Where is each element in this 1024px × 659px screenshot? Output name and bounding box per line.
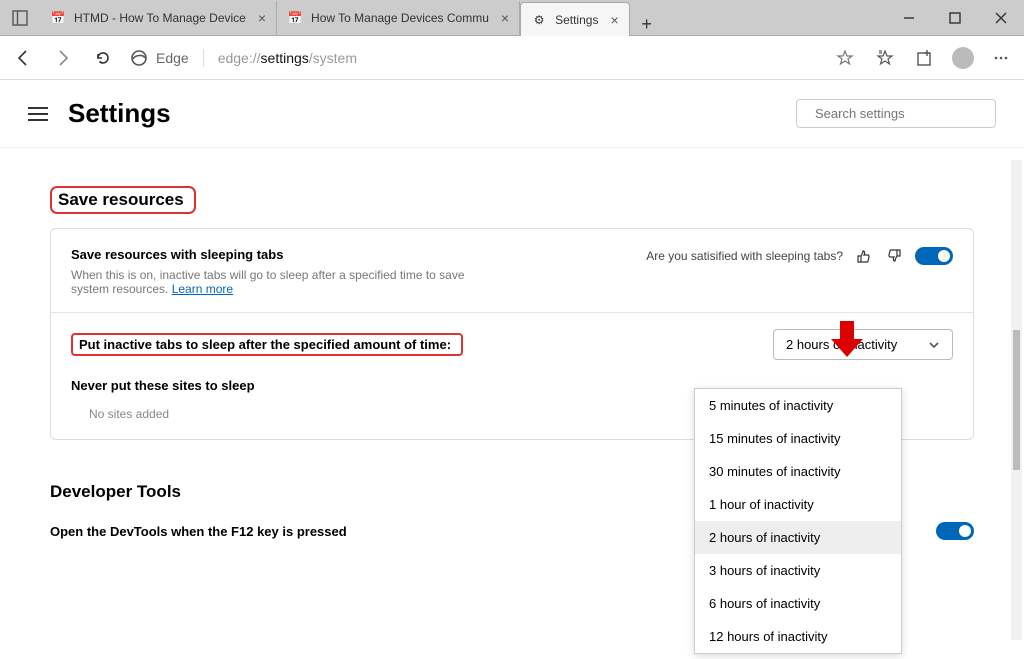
- learn-more-link[interactable]: Learn more: [172, 282, 233, 296]
- window-controls: [886, 0, 1024, 35]
- scrollbar-thumb[interactable]: [1013, 330, 1020, 470]
- sleep-time-dropdown[interactable]: 2 hours of inactivity: [773, 329, 953, 360]
- titlebar: 📅 HTMD - How To Manage Device × 📅 How To…: [0, 0, 1024, 36]
- tab-label: HTMD - How To Manage Device: [74, 11, 246, 25]
- sleeping-tabs-desc: When this is on, inactive tabs will go t…: [71, 268, 501, 296]
- tab-0[interactable]: 📅 HTMD - How To Manage Device ×: [40, 1, 277, 35]
- profile-avatar[interactable]: [952, 47, 974, 69]
- refresh-button[interactable]: [90, 45, 116, 71]
- settings-header: Settings: [0, 80, 1024, 148]
- chevron-down-icon: [928, 339, 940, 351]
- more-menu-button[interactable]: [988, 45, 1014, 71]
- thumbs-down-icon[interactable]: [885, 247, 903, 265]
- tab-settings[interactable]: ⚙ Settings ×: [520, 2, 630, 36]
- url-path: /system: [309, 50, 357, 66]
- menu-button[interactable]: [28, 107, 50, 121]
- search-settings[interactable]: [796, 99, 996, 128]
- favorite-star-icon[interactable]: [832, 45, 858, 71]
- page-title: Settings: [68, 98, 778, 129]
- address-bar: Edge edge://settings/system: [0, 36, 1024, 80]
- menu-option[interactable]: 15 minutes of inactivity: [695, 422, 901, 455]
- tab-label: How To Manage Devices Commu: [311, 11, 489, 25]
- back-button[interactable]: [10, 45, 36, 71]
- url-host: settings: [261, 50, 309, 66]
- menu-option[interactable]: 6 hours of inactivity: [695, 587, 901, 620]
- annotation-arrow: [831, 321, 863, 357]
- favorites-button[interactable]: [872, 45, 898, 71]
- close-icon[interactable]: ×: [610, 12, 618, 28]
- menu-option[interactable]: 5 minutes of inactivity: [695, 389, 901, 422]
- minimize-button[interactable]: [886, 0, 932, 35]
- menu-option-selected[interactable]: 2 hours of inactivity: [695, 521, 901, 554]
- sleeping-tabs-title: Save resources with sleeping tabs: [71, 247, 501, 262]
- devtools-f12-label: Open the DevTools when the F12 key is pr…: [50, 524, 347, 539]
- url-scheme: edge://: [218, 50, 261, 66]
- tab-strip: 📅 HTMD - How To Manage Device × 📅 How To…: [40, 0, 886, 35]
- tab-1[interactable]: 📅 How To Manage Devices Commu ×: [277, 1, 520, 35]
- forward-button[interactable]: [50, 45, 76, 71]
- edge-icon: [130, 49, 148, 67]
- sleep-time-menu: 5 minutes of inactivity 15 minutes of in…: [694, 388, 902, 654]
- close-icon[interactable]: ×: [258, 10, 266, 26]
- identity-chip[interactable]: Edge: [130, 49, 204, 67]
- thumbs-up-icon[interactable]: [855, 247, 873, 265]
- feedback-label: Are you satisified with sleeping tabs?: [646, 249, 843, 263]
- close-icon[interactable]: ×: [501, 10, 509, 26]
- close-window-button[interactable]: [978, 0, 1024, 35]
- search-input[interactable]: [815, 106, 991, 121]
- scrollbar[interactable]: [1011, 160, 1022, 640]
- devtools-f12-toggle[interactable]: [936, 522, 974, 540]
- maximize-button[interactable]: [932, 0, 978, 35]
- favicon-icon: 📅: [287, 10, 303, 26]
- tab-actions-button[interactable]: [0, 0, 40, 35]
- gear-icon: ⚙: [531, 12, 547, 28]
- url-text[interactable]: edge://settings/system: [218, 50, 818, 66]
- menu-option[interactable]: 3 hours of inactivity: [695, 554, 901, 587]
- favicon-icon: 📅: [50, 10, 66, 26]
- menu-option[interactable]: 30 minutes of inactivity: [695, 455, 901, 488]
- collections-button[interactable]: [912, 45, 938, 71]
- section-save-resources: Save resources: [50, 186, 196, 214]
- new-tab-button[interactable]: +: [630, 14, 664, 35]
- menu-option[interactable]: 12 hours of inactivity: [695, 620, 901, 653]
- menu-option[interactable]: 1 hour of inactivity: [695, 488, 901, 521]
- brand-label: Edge: [156, 50, 189, 66]
- tab-label: Settings: [555, 13, 598, 27]
- sleeping-tabs-toggle[interactable]: [915, 247, 953, 265]
- sleep-time-label: Put inactive tabs to sleep after the spe…: [71, 333, 463, 356]
